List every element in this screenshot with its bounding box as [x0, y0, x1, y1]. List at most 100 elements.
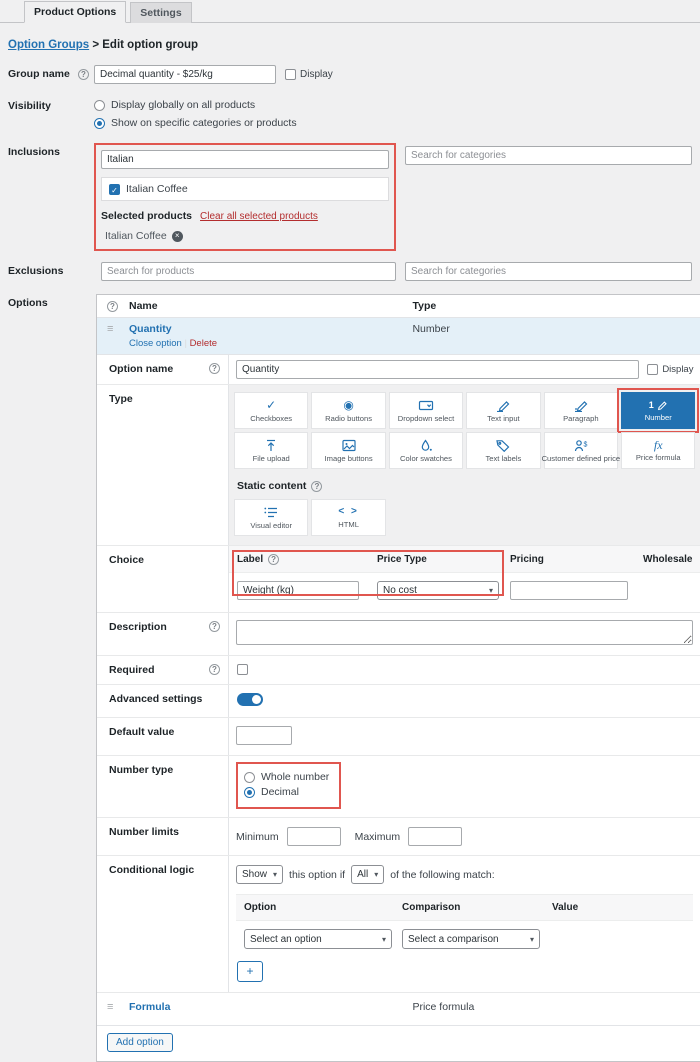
add-condition-button[interactable]: +	[237, 961, 263, 982]
required-label: Required	[109, 664, 155, 676]
help-icon[interactable]: ?	[209, 621, 220, 632]
help-icon[interactable]: ?	[209, 664, 220, 675]
add-option-button[interactable]: Add option	[107, 1033, 173, 1052]
exclusions-category-search-input[interactable]	[405, 262, 692, 281]
static-content-label: Static content	[237, 480, 306, 492]
visibility-option-global[interactable]: Display globally on all products	[94, 99, 297, 111]
help-icon[interactable]: ?	[311, 481, 322, 492]
minimum-input[interactable]	[287, 827, 341, 846]
type-tile-image-buttons[interactable]: Image buttons	[311, 432, 385, 469]
radio-decimal[interactable]	[244, 787, 255, 798]
maximum-input[interactable]	[408, 827, 462, 846]
help-icon[interactable]: ?	[268, 554, 279, 565]
drag-handle-icon[interactable]: ≡	[107, 323, 129, 335]
default-value-label: Default value	[109, 726, 174, 738]
option-row-formula[interactable]: ≡ Formula Price formula	[97, 993, 700, 1026]
radio-buttons-icon: ◉	[343, 399, 353, 412]
file-upload-icon	[263, 439, 279, 452]
number-icon: 1	[649, 399, 668, 411]
choice-price-type-header: Price Type	[377, 554, 510, 565]
number-type-option-whole[interactable]: Whole number	[244, 771, 329, 783]
chevron-down-icon: ▾	[273, 870, 277, 879]
radio-whole-number[interactable]	[244, 772, 255, 783]
type-tile-customer-defined-price[interactable]: $ Customer defined price	[544, 432, 618, 469]
group-display-checkbox[interactable]	[285, 69, 296, 80]
option-name-input[interactable]	[236, 360, 639, 379]
advanced-settings-row: Advanced settings	[97, 685, 700, 718]
type-tile-checkboxes[interactable]: ✓ Checkboxes	[234, 392, 308, 429]
tab-product-options[interactable]: Product Options	[24, 1, 126, 23]
type-tile-file-upload[interactable]: File upload	[234, 432, 308, 469]
visual-editor-icon	[263, 506, 279, 519]
inclusions-row: Inclusions ✓ Italian Coffee Selected pro…	[0, 143, 700, 251]
delete-option-link[interactable]: Delete	[190, 338, 217, 349]
chevron-down-icon: ▾	[489, 586, 493, 595]
type-tile-price-formula[interactable]: fx Price formula	[621, 432, 695, 469]
type-tile-radio-buttons[interactable]: ◉ Radio buttons	[311, 392, 385, 429]
show-hide-select[interactable]: Show ▾	[236, 865, 283, 884]
help-icon[interactable]: ?	[107, 301, 118, 312]
options-card: ? Name Type ≡ Quantity Close option | De…	[96, 294, 700, 1062]
option-display-checkbox[interactable]	[647, 364, 658, 375]
exclusions-product-search-input[interactable]	[101, 262, 396, 281]
close-option-link[interactable]: Close option	[129, 338, 182, 349]
svg-text:$: $	[583, 441, 587, 448]
option-display-label: Display	[662, 364, 693, 375]
option-display-wrap: Display	[647, 364, 693, 375]
visibility-option-specific[interactable]: Show on specific categories or products	[94, 117, 297, 129]
number-type-annotated-area: Whole number Decimal	[236, 762, 341, 809]
static-tile-visual-editor[interactable]: Visual editor	[234, 499, 308, 536]
inclusions-product-search-input[interactable]	[101, 150, 389, 169]
option-row-quantity[interactable]: ≡ Quantity Close option | Delete Number	[97, 318, 700, 354]
breadcrumb-option-groups-link[interactable]: Option Groups	[8, 39, 89, 51]
all-any-select[interactable]: All ▾	[351, 865, 384, 884]
color-swatches-icon	[418, 439, 434, 452]
group-name-input[interactable]	[94, 65, 276, 84]
radio-global[interactable]	[94, 100, 105, 111]
inclusions-category-search-input[interactable]	[405, 146, 692, 165]
formula-option-link[interactable]: Formula	[129, 1001, 170, 1013]
maximum-label: Maximum	[355, 831, 401, 843]
tab-settings[interactable]: Settings	[130, 2, 191, 23]
choice-row: Choice Label ? Price Type Pricing Wholes…	[97, 546, 700, 613]
type-tile-paragraph[interactable]: Paragraph	[544, 392, 618, 429]
image-buttons-icon	[341, 439, 357, 452]
result-checkbox-checked[interactable]: ✓	[109, 184, 120, 195]
price-type-select[interactable]: No cost ▾	[377, 581, 499, 600]
tab-bar: Product Options Settings	[0, 0, 700, 23]
type-tile-dropdown-select[interactable]: Dropdown select	[389, 392, 463, 429]
dropdown-select-icon	[418, 399, 434, 412]
inclusions-annotated-area: ✓ Italian Coffee Selected products Clear…	[94, 143, 396, 251]
default-value-input[interactable]	[236, 726, 292, 745]
choice-label-input[interactable]	[237, 581, 359, 600]
number-type-row: Number type Whole number Decimal	[97, 756, 700, 818]
options-card-footer: Add option	[97, 1026, 700, 1061]
chevron-down-icon: ▾	[530, 935, 534, 944]
choice-wholesale-header: Wholesale	[643, 554, 692, 565]
quantity-option-link[interactable]: Quantity	[129, 323, 172, 335]
checkboxes-icon: ✓	[266, 399, 276, 412]
clear-selected-products-link[interactable]: Clear all selected products	[200, 211, 318, 222]
product-search-result[interactable]: ✓ Italian Coffee	[101, 177, 389, 201]
advanced-settings-toggle-on[interactable]	[237, 693, 263, 706]
price-formula-icon: fx	[654, 439, 663, 451]
result-product-name: Italian Coffee	[126, 183, 188, 195]
static-tile-html[interactable]: < > HTML	[311, 499, 385, 536]
choice-pricing-input[interactable]	[510, 581, 628, 600]
remove-product-icon[interactable]: ×	[172, 231, 183, 242]
condition-option-select[interactable]: Select an option ▾	[244, 929, 392, 949]
type-tile-number[interactable]: 1 Number	[621, 392, 695, 429]
type-tile-text-input[interactable]: Text input	[466, 392, 540, 429]
condition-comparison-select[interactable]: Select a comparison ▾	[402, 929, 540, 949]
help-icon[interactable]: ?	[78, 69, 89, 80]
drag-handle-icon[interactable]: ≡	[107, 1001, 129, 1013]
type-tile-text-labels[interactable]: Text labels	[466, 432, 540, 469]
number-type-option-decimal[interactable]: Decimal	[244, 786, 329, 798]
description-textarea[interactable]	[236, 620, 693, 645]
help-icon[interactable]: ?	[209, 363, 220, 374]
required-checkbox[interactable]	[237, 664, 248, 675]
choice-pricing-header: Pricing	[510, 554, 643, 565]
radio-specific[interactable]	[94, 118, 105, 129]
formula-option-type: Price formula	[412, 1001, 690, 1013]
type-tile-color-swatches[interactable]: Color swatches	[389, 432, 463, 469]
